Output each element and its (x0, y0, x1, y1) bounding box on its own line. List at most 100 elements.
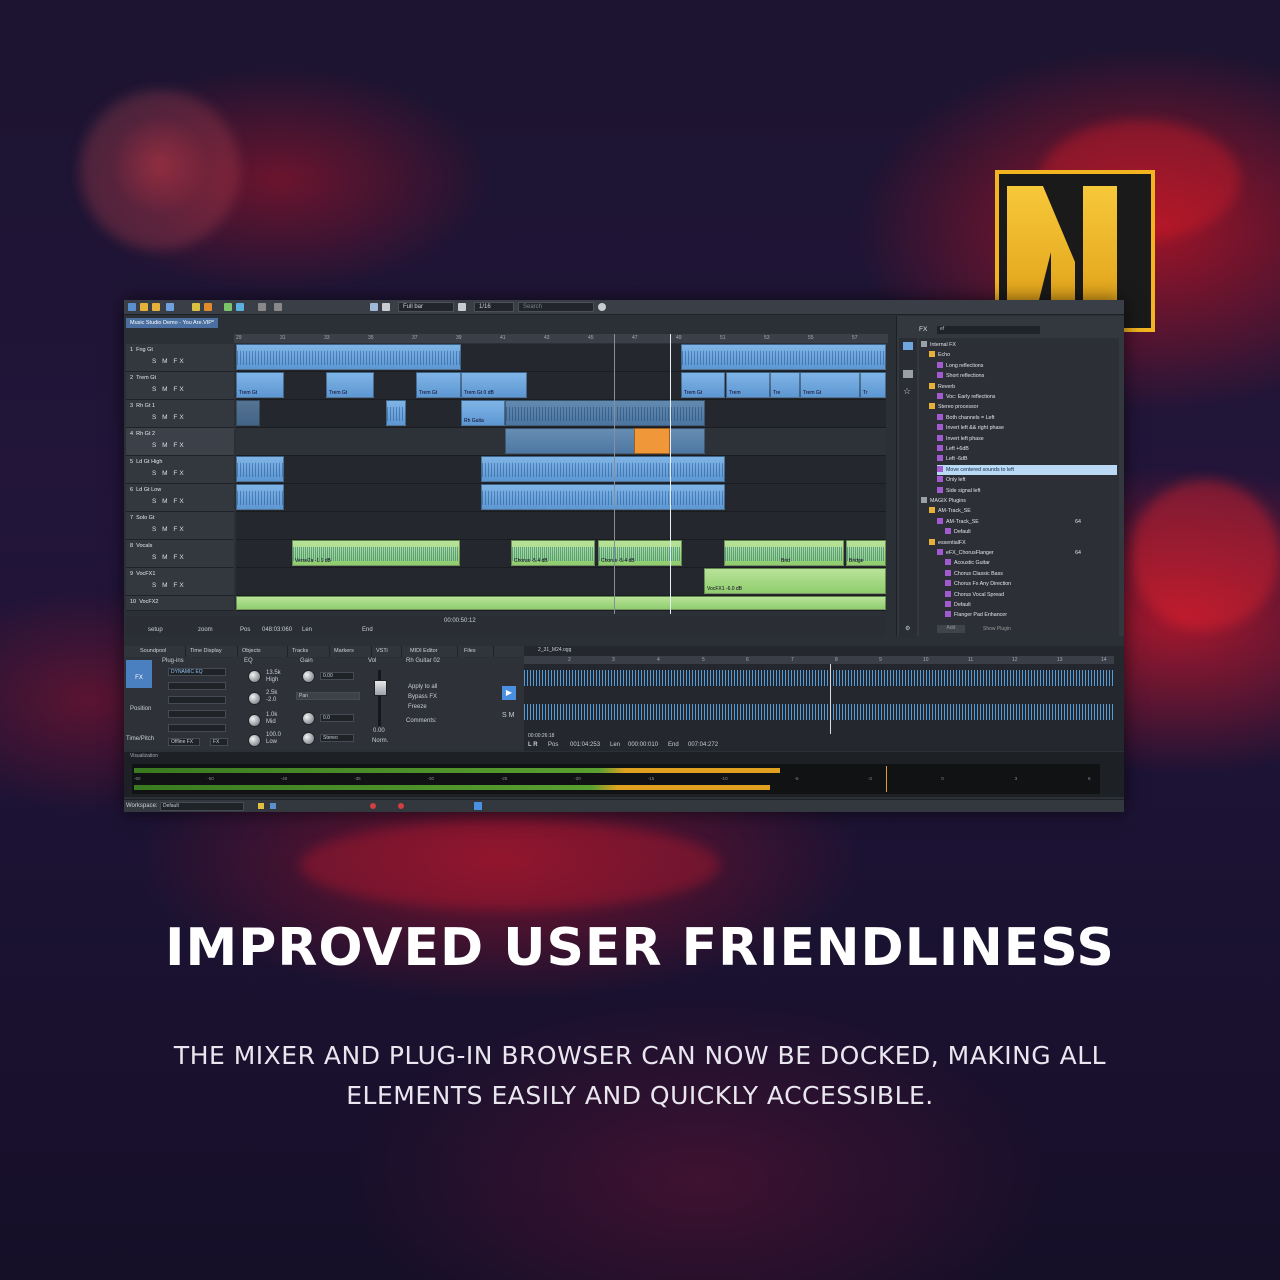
eq-low-gain[interactable]: 100.0 (266, 732, 281, 738)
timeline-ruler[interactable]: 29 31 33 35 37 39 41 43 45 47 49 51 53 5… (234, 334, 888, 343)
track-lane[interactable]: Rh Guita (236, 400, 886, 428)
record-icon[interactable] (370, 803, 376, 809)
plugin-tree-item[interactable]: eFX_ChorusFlanger 64 (937, 548, 1117, 558)
grid-icon[interactable] (382, 303, 390, 311)
plugin-tree-item[interactable]: Echo (929, 350, 1117, 360)
track-buttons[interactable]: S M FX (152, 470, 186, 477)
track-header[interactable]: 7 Solo Gt S M FX (126, 512, 234, 540)
bypass-fx-checkbox[interactable]: Bypass FX (408, 694, 437, 700)
plugin-tree-item[interactable]: Side signal left (937, 486, 1117, 496)
audio-clip[interactable]: Verse2a -1.1 dB (292, 540, 460, 566)
eq-high-freq[interactable]: 13.5k (266, 670, 281, 676)
play-icon[interactable]: ▶ (502, 686, 516, 700)
plugin-filter-input[interactable]: ef (937, 326, 1040, 334)
track-lane[interactable]: VocFX1 -6.0 dB (236, 568, 886, 596)
eq-mid-knob[interactable] (248, 692, 261, 705)
lr-buttons[interactable]: L R (528, 742, 538, 748)
volume-value[interactable]: 0.00 (373, 728, 385, 734)
audio-clip[interactable] (236, 344, 461, 370)
audio-clip[interactable]: Tre (770, 372, 800, 398)
audio-clip[interactable] (236, 400, 260, 426)
audio-clip[interactable] (681, 344, 886, 370)
audio-clip[interactable] (236, 596, 886, 610)
setup-label[interactable]: setup (148, 627, 163, 633)
plugin-tree-item[interactable]: Both channels = Left (937, 413, 1117, 423)
plugin-tree-item[interactable]: Short reflections (937, 371, 1117, 381)
plugin-tree-item[interactable]: Flanger Pad Enhancer (945, 610, 1117, 620)
plugin-tree-item[interactable]: Reverb (929, 382, 1117, 392)
plugin-tree-item[interactable]: AM-Track_SE 64 (937, 517, 1117, 527)
eq-low-freq[interactable]: 1.0k (266, 712, 277, 718)
star-icon[interactable]: ☆ (903, 386, 911, 397)
track-header[interactable]: 4 Rh Gt 2 S M FX (126, 428, 234, 456)
audio-clip[interactable] (386, 400, 406, 426)
plugin-tree-item[interactable]: Default (945, 527, 1117, 537)
track-lane[interactable] (236, 512, 886, 540)
offline-fx-button[interactable]: Offline FX (168, 738, 200, 746)
eq-mid-gain[interactable]: -2.0 (266, 697, 276, 703)
normalize-button[interactable]: Norm. (372, 738, 388, 744)
plugin-tree-item[interactable]: Chorus Fx Any Direction (945, 579, 1117, 589)
editor-end[interactable]: 007:04:272 (688, 742, 718, 748)
tab-markers[interactable]: Markers (330, 646, 372, 657)
grid-select[interactable]: 1/16 (474, 302, 514, 312)
track-buttons[interactable]: S M FX (152, 442, 186, 449)
redo-icon[interactable] (274, 303, 282, 311)
track-buttons[interactable]: S M FX (152, 386, 186, 393)
show-plugin-checkbox[interactable]: Show Plugin (983, 626, 1011, 632)
workspace-select[interactable]: Default (160, 802, 244, 811)
track-lane[interactable]: Verse2a -1.1 dB Chorus -5.4 dB Chorus -5… (236, 540, 886, 568)
position-button[interactable]: Position (130, 706, 151, 712)
tab-objects[interactable]: Objects (238, 646, 288, 657)
zoom-mode-select[interactable]: Full bar (398, 302, 454, 312)
plugin-tree-item[interactable]: Invert left && right phase (937, 423, 1117, 433)
plugin-tree-item[interactable]: Move centered sounds to left (937, 464, 1117, 475)
settings-icon[interactable]: ⚙ (905, 625, 910, 632)
plugin-tree-item[interactable]: MAGIX Plugins (921, 496, 1117, 506)
audio-clip[interactable] (481, 456, 725, 482)
editor-len[interactable]: 000:00:010 (628, 742, 658, 748)
track-header[interactable]: 10 VocFX2 (126, 596, 234, 611)
stereo-knob[interactable] (302, 732, 315, 745)
audio-clip[interactable]: Trem Gt (681, 372, 725, 398)
stereo-mode[interactable]: Stereo (320, 734, 354, 742)
eq-mid-freq[interactable]: 2.5k (266, 690, 277, 696)
plugin-slot-2[interactable] (168, 682, 226, 690)
cut-icon[interactable] (224, 303, 232, 311)
layout-icon[interactable] (270, 803, 276, 809)
audio-clip[interactable] (505, 400, 705, 426)
track-lane[interactable] (236, 456, 886, 484)
magnifier-icon[interactable] (458, 303, 466, 311)
tab-fx[interactable]: FX (919, 326, 927, 333)
gain-knob[interactable] (302, 670, 315, 683)
audio-clip[interactable]: Trem Gt (416, 372, 461, 398)
zoom-label[interactable]: zoom (198, 627, 213, 633)
track-lane[interactable] (236, 484, 886, 512)
audio-clip[interactable]: Trem Gt 0 dB (461, 372, 527, 398)
audio-clip[interactable] (505, 428, 705, 454)
audio-clip[interactable]: VocFX1 -6.0 dB (704, 568, 886, 594)
editor-cursor[interactable] (830, 664, 831, 734)
playback-cursor[interactable] (670, 334, 671, 614)
pos-value[interactable]: 048:03:060 (262, 627, 292, 633)
track-header[interactable]: 9 VocFX1 S M FX (126, 568, 234, 596)
search-icon[interactable] (598, 303, 606, 311)
track-header[interactable]: 8 Vocals S M FX (126, 540, 234, 568)
plugin-tree-item[interactable]: Left +6dB (937, 444, 1117, 454)
volume-fader-handle[interactable] (374, 680, 387, 696)
pan-value[interactable]: 0.0 (320, 714, 354, 722)
track-buttons[interactable]: S M FX (152, 582, 186, 589)
track-buttons[interactable]: S M FX (152, 554, 186, 561)
plugin-tree-item[interactable]: Voc: Early reflections (937, 392, 1117, 402)
audio-clip[interactable]: Bridge (846, 540, 886, 566)
track-header[interactable]: 5 Ld Gt High S M FX (126, 456, 234, 484)
fx-button[interactable]: FX (210, 738, 228, 746)
search-input[interactable]: Search (518, 302, 594, 312)
audio-clip[interactable]: Tr (860, 372, 886, 398)
settings-shortcut-icon[interactable] (474, 802, 482, 810)
plugin-tree-item[interactable]: Long reflections (937, 361, 1117, 371)
lock-icon[interactable] (258, 803, 264, 809)
tab-midi-editor[interactable]: MIDI Editor (406, 646, 458, 657)
edit-mode-icon[interactable] (370, 303, 378, 311)
audio-clip[interactable]: Rh Guita (461, 400, 505, 426)
